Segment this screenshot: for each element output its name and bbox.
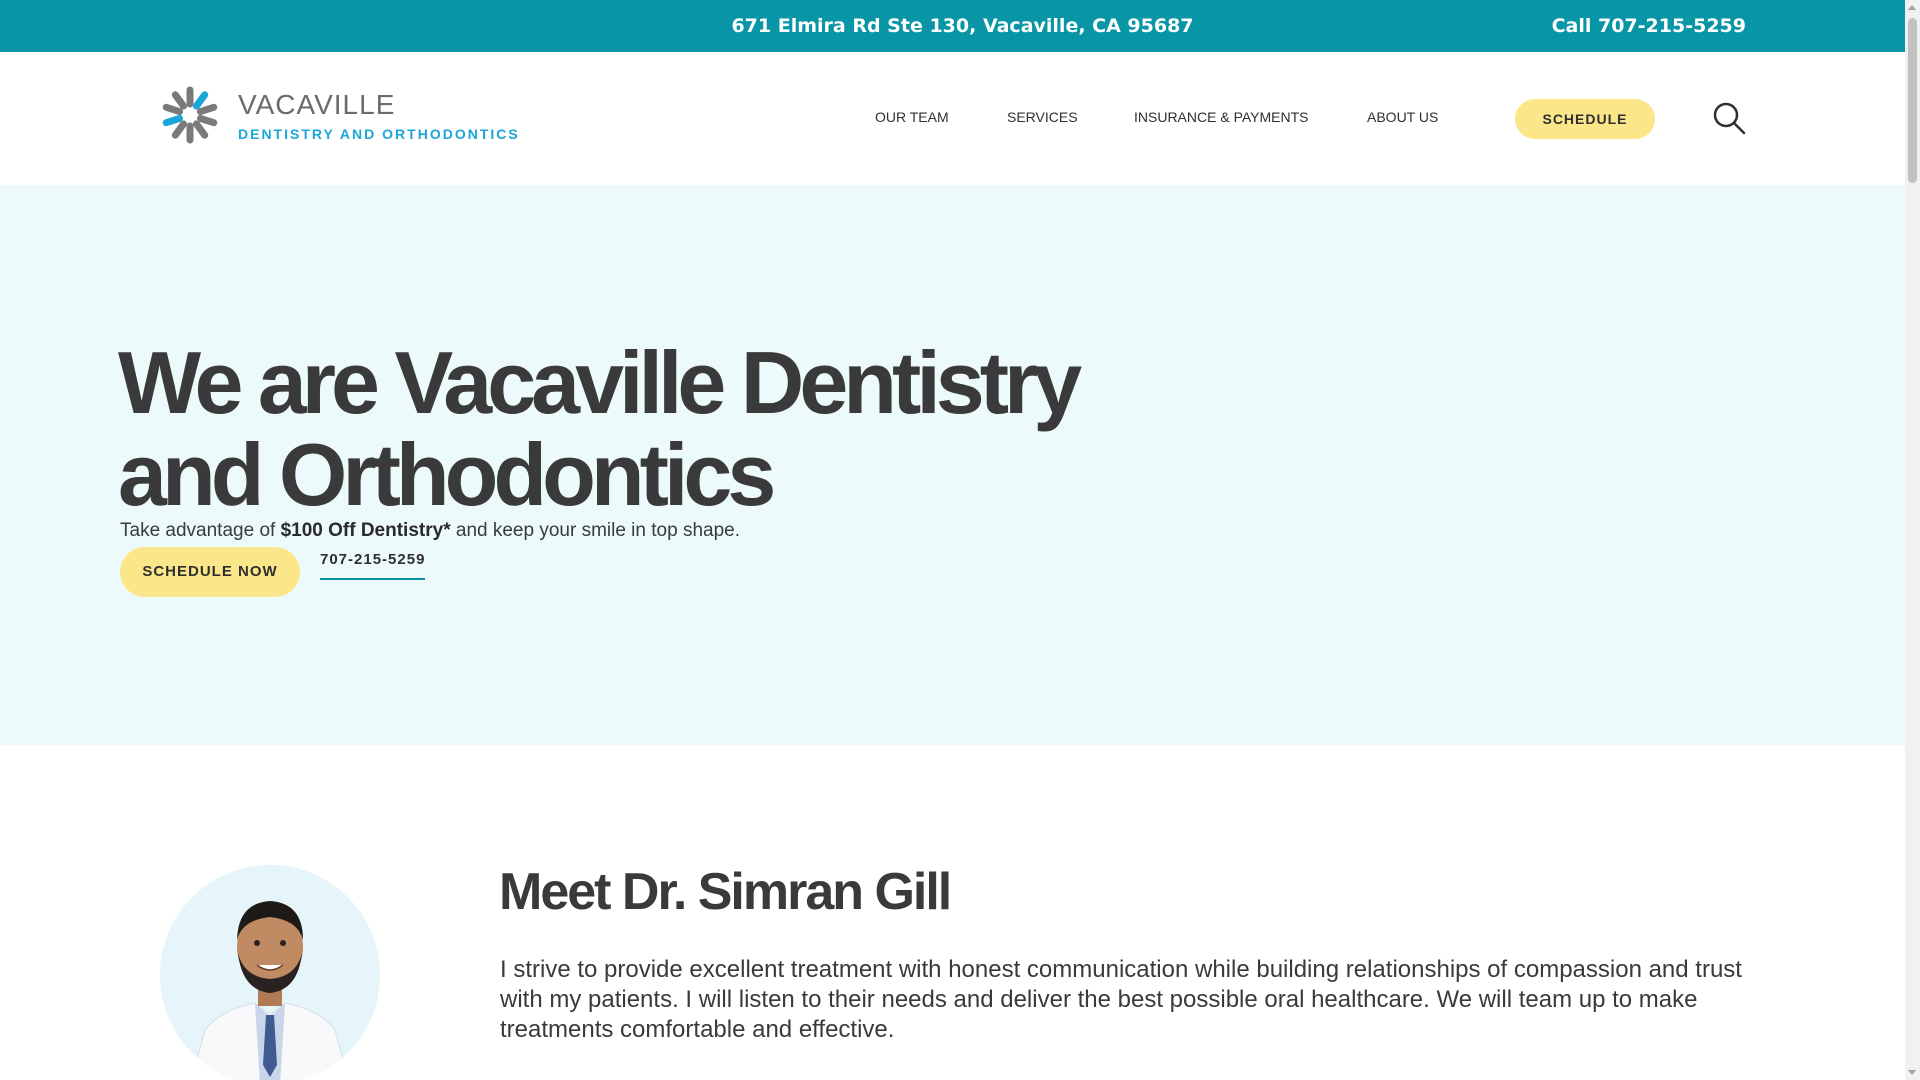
top-bar: 671 Elmira Rd Ste 130, Vacaville, CA 956… [0,0,1905,52]
hero-phone-link[interactable]: 707-215-5259 [320,551,426,580]
hero-tagline-prefix: Take advantage of [120,520,281,541]
schedule-now-button[interactable]: SCHEDULE NOW [120,547,300,597]
logo[interactable]: VACAVILLE DENTISTRY AND ORTHODONTICS [158,83,528,149]
hero-section: We are Vacaville Dentistry and Orthodont… [0,185,1905,745]
search-icon[interactable] [1712,101,1746,135]
nav-item-services[interactable]: SERVICES [1007,109,1078,125]
doctor-bio: I strive to provide excellent treatment … [500,956,1742,1043]
schedule-button[interactable]: SCHEDULE [1515,99,1655,139]
logo-subtitle: DENTISTRY AND ORTHODONTICS [238,126,520,142]
doctor-photo [160,865,380,1080]
scroll-down-icon[interactable] [1908,1070,1916,1075]
page: 671 Elmira Rd Ste 130, Vacaville, CA 956… [0,0,1920,1080]
doctor-portrait-image [160,865,380,1080]
hero-tagline: Take advantage of $100 Off Dentistry* an… [120,520,740,542]
nav-item-about-us[interactable]: ABOUT US [1367,109,1438,125]
logo-name: VACAVILLE [238,89,396,120]
hero-tagline-suffix: and keep your smile in top shape. [450,520,740,541]
site-header: VACAVILLE DENTISTRY AND ORTHODONTICS OUR… [0,52,1905,185]
hero-offer: $100 Off Dentistry* [280,520,451,541]
nav-item-our-team[interactable]: OUR TEAM [875,109,949,125]
nav-item-insurance-payments[interactable]: INSURANCE & PAYMENTS [1134,109,1309,125]
hero-title-line-1: We are Vacaville Dentistry [118,333,1082,432]
hero-title: We are Vacaville Dentistry and Orthodont… [118,337,1118,521]
hero-title-line-2: and Orthodontics [118,425,776,524]
call-link[interactable]: Call 707-215-5259 [1552,0,1746,52]
logo-burst-icon [162,86,218,144]
page-scrollbar[interactable] [1905,0,1920,1080]
doctor-title: Meet Dr. Simran Gill [499,863,952,921]
scroll-up-icon[interactable] [1908,5,1916,10]
scrollbar-thumb[interactable] [1908,18,1917,183]
